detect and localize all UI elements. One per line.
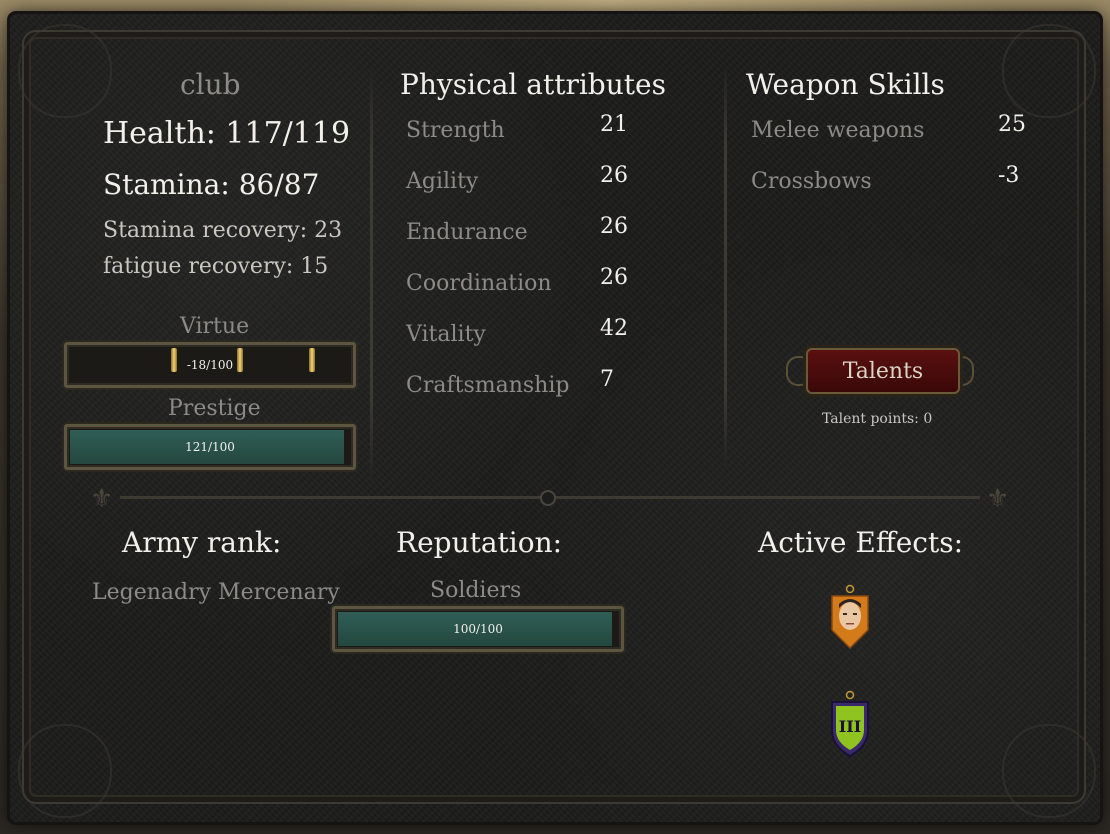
weapon-skills-title: Weapon Skills [746, 68, 945, 101]
attribute-label: Craftsmanship [406, 373, 570, 398]
physical-attributes-title: Physical attributes [400, 68, 666, 101]
talents-button[interactable]: Talents [806, 348, 960, 394]
fleur-ornament-icon: ⚜ [90, 484, 114, 514]
fatigue-recovery-text: fatigue recovery: 15 [103, 254, 329, 279]
character-name: club [180, 68, 241, 101]
portrait-effect-icon[interactable] [826, 584, 874, 658]
corner-ornament [18, 724, 112, 818]
virtue-bar: -18/100 [64, 342, 356, 388]
corner-ornament [1002, 724, 1096, 818]
army-rank-title: Army rank: [122, 526, 282, 559]
attribute-label: Endurance [406, 220, 528, 245]
weapon-skill-value: 25 [998, 112, 1026, 137]
roman-three-shield-icon[interactable]: III [826, 690, 874, 764]
health-text: Health: 117/119 [103, 116, 351, 151]
attribute-label: Strength [406, 118, 505, 143]
corner-ornament [1002, 24, 1096, 118]
attribute-label: Vitality [406, 322, 486, 347]
attribute-value: 21 [600, 112, 628, 137]
column-divider [370, 70, 373, 480]
reputation-bar: 100/100 [332, 606, 624, 652]
fleur-ornament-icon: ⚜ [986, 484, 1010, 514]
attribute-value: 26 [600, 214, 628, 239]
army-rank-value: Legenadry Mercenary [92, 580, 340, 605]
attribute-value: 42 [600, 316, 628, 341]
reputation-value: 100/100 [453, 622, 503, 636]
attribute-value: 26 [600, 163, 628, 188]
active-effects-title: Active Effects: [758, 526, 964, 559]
stamina-text: Stamina: 86/87 [103, 168, 320, 201]
corner-ornament [18, 24, 112, 118]
divider-ornament [540, 490, 556, 506]
prestige-bar: 121/100 [64, 424, 356, 470]
stamina-recovery-text: Stamina recovery: 23 [103, 218, 343, 243]
virtue-label: Virtue [180, 314, 250, 339]
reputation-faction-label: Soldiers [430, 578, 522, 603]
talent-points-text: Talent points: 0 [822, 411, 933, 427]
virtue-value: -18/100 [186, 358, 234, 372]
prestige-value: 121/100 [185, 440, 235, 454]
weapon-skill-label: Melee weapons [751, 118, 925, 143]
attribute-label: Coordination [406, 271, 552, 296]
weapon-skill-label: Crossbows [751, 169, 872, 194]
shield-label: III [839, 717, 861, 736]
attribute-value: 26 [600, 265, 628, 290]
reputation-title: Reputation: [396, 526, 563, 559]
weapon-skill-value: -3 [998, 163, 1020, 188]
attribute-label: Agility [406, 169, 479, 194]
prestige-label: Prestige [168, 396, 261, 421]
column-divider [724, 70, 727, 470]
attribute-value: 7 [600, 367, 614, 392]
